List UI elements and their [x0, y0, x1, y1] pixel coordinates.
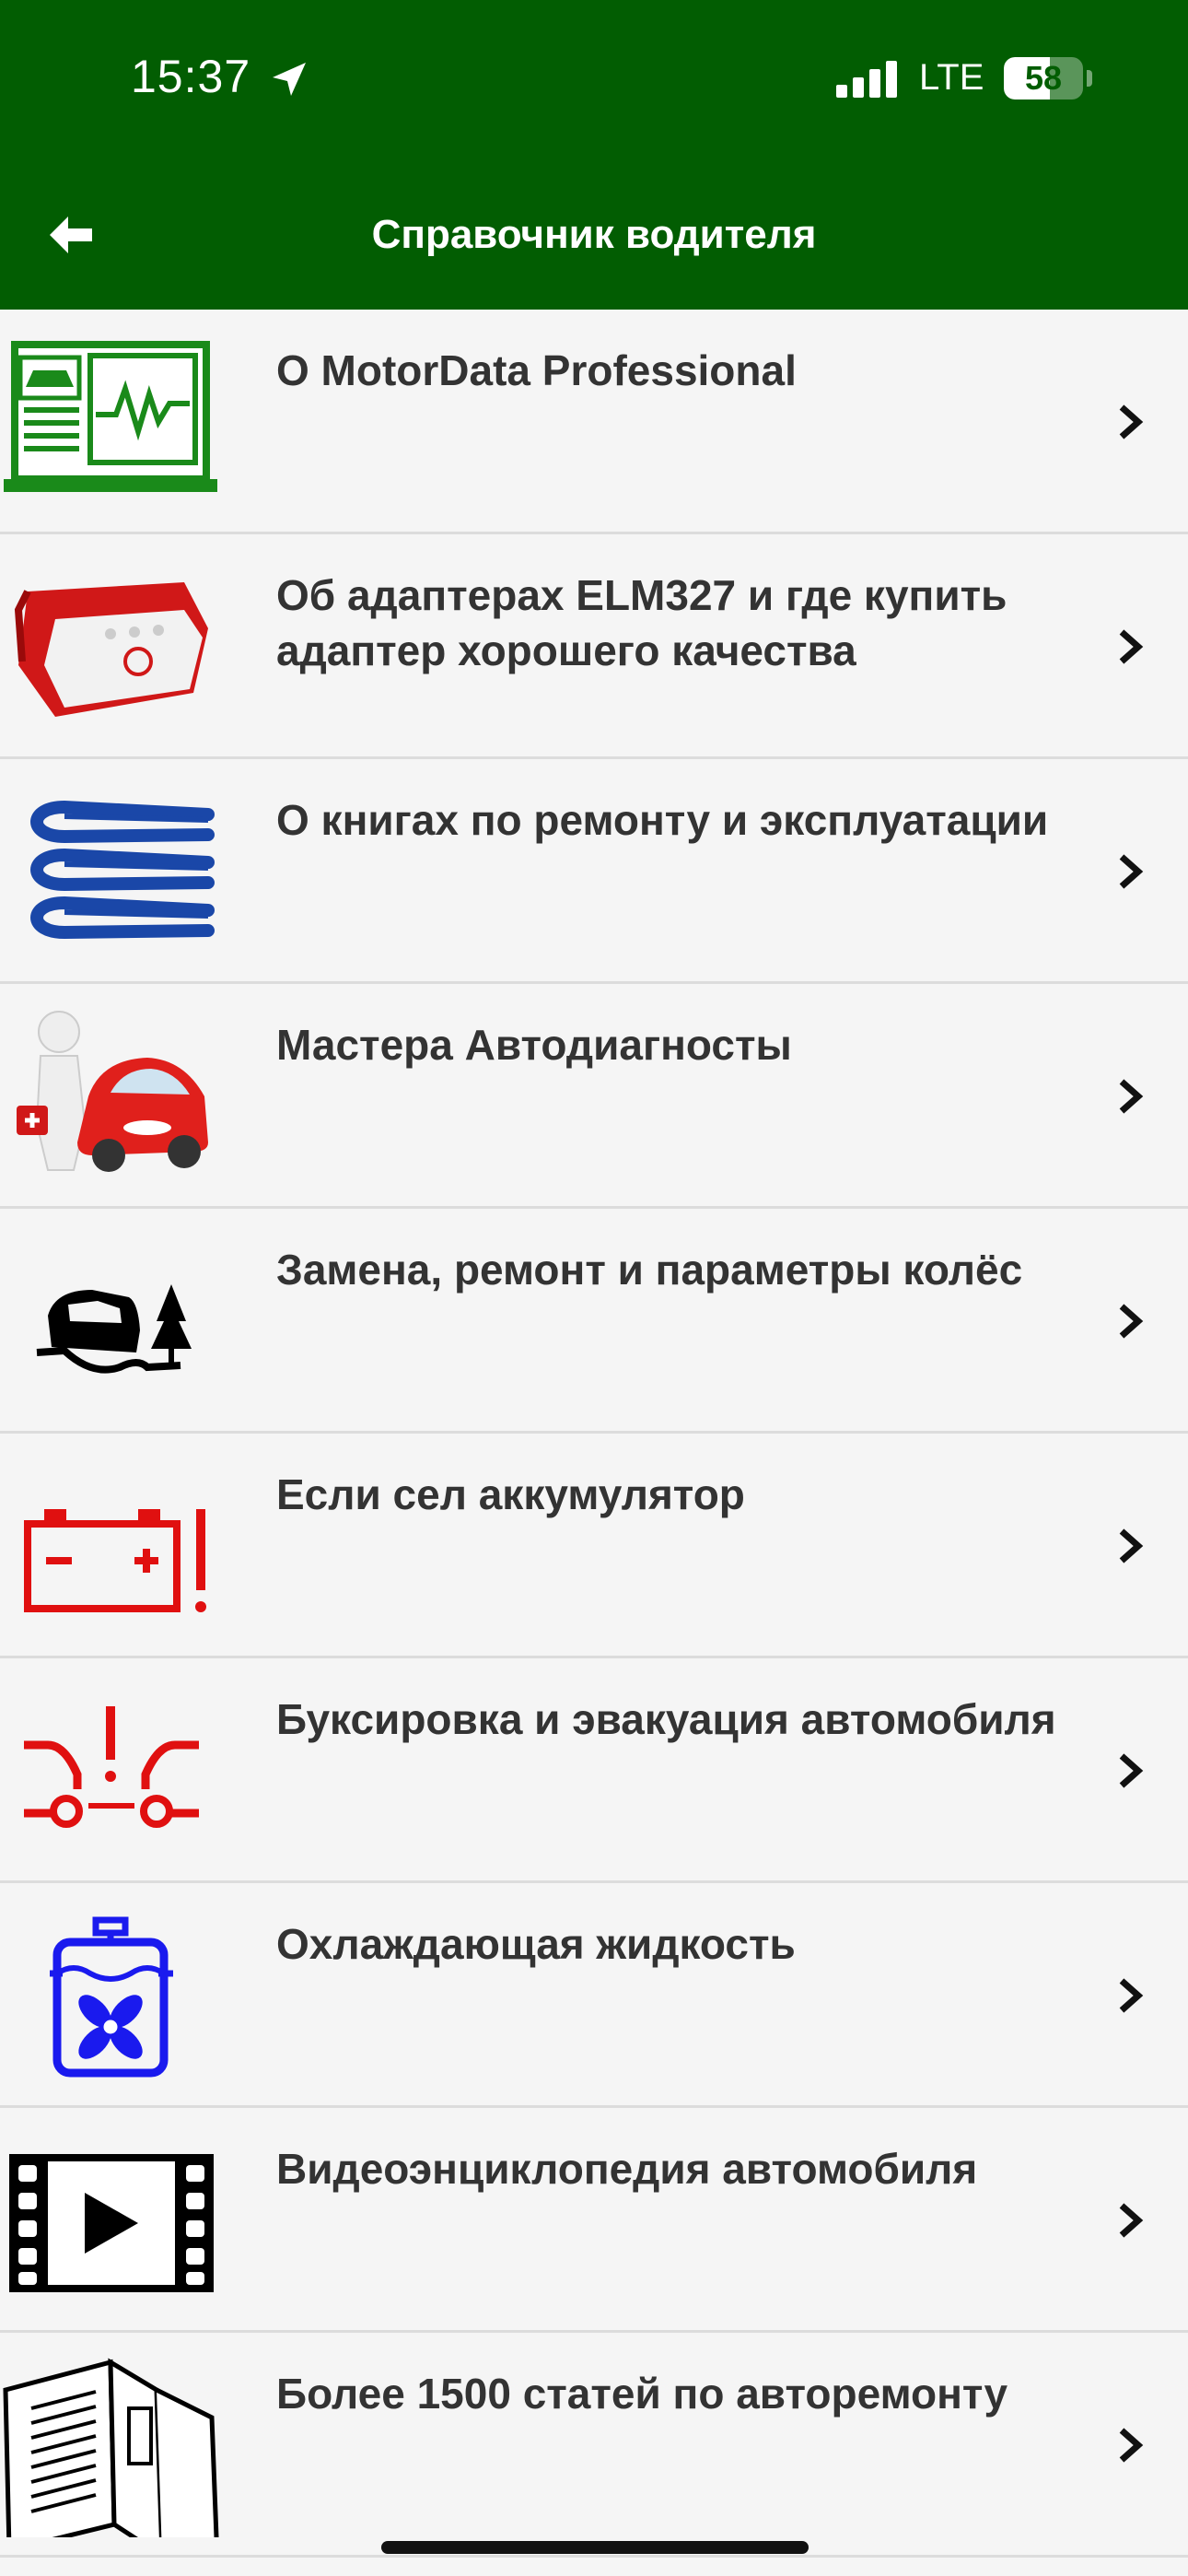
list-item-label: Видеоэнциклопедия автомобиля — [276, 2145, 978, 2193]
cellular-signal-icon — [836, 61, 897, 98]
list-item-label: Об адаптерах ELM327 и где купить адаптер… — [276, 571, 1007, 674]
top-bar: 15:37 LTE 58 Справочник водителя — [0, 0, 1188, 310]
car-skid-icon — [36, 1284, 192, 1374]
chevron-right-icon — [1119, 1753, 1144, 1788]
list-item-towing[interactable]: Буксировка и эвакуация автомобиля — [0, 1658, 1188, 1883]
list-item-motordata[interactable]: О MotorData Professional — [0, 310, 1188, 534]
chevron-right-icon — [1119, 404, 1144, 439]
chevron-right-icon — [1119, 2203, 1144, 2238]
battery-warning-icon — [24, 1509, 206, 1612]
menu-list: О MotorData Professional Об адаптерах EL… — [0, 310, 1188, 2558]
list-item-masters[interactable]: Мастера Автодиагносты — [0, 984, 1188, 1209]
list-item-label: Буксировка и эвакуация автомобиля — [276, 1695, 1056, 1743]
list-item-label: Если сел аккумулятор — [276, 1470, 745, 1518]
laptop-diagnostics-icon — [4, 341, 217, 492]
chevron-right-icon — [1119, 1304, 1144, 1339]
obd-adapter-icon — [14, 582, 208, 717]
network-type: LTE — [919, 57, 984, 98]
list-item-label: О MotorData Professional — [276, 346, 797, 394]
page-title: Справочник водителя — [371, 212, 817, 257]
home-indicator[interactable] — [381, 2541, 809, 2554]
list-item-label: Более 1500 статей по авторемонту — [276, 2370, 1008, 2418]
chevron-right-icon — [1119, 854, 1144, 889]
list-item-coolant[interactable]: Охлаждающая жидкость — [0, 1883, 1188, 2108]
battery-percent: 58 — [1024, 59, 1063, 97]
list-item-label: Охлаждающая жидкость — [276, 1920, 796, 1968]
list-item-battery[interactable]: Если сел аккумулятор — [0, 1434, 1188, 1658]
coolant-icon — [50, 1916, 173, 2078]
list-item-label: О книгах по ремонту и эксплуатации — [276, 796, 1049, 844]
chevron-right-icon — [1119, 1978, 1144, 2013]
chevron-right-icon — [1119, 1528, 1144, 1563]
chevron-right-icon — [1119, 2428, 1144, 2463]
chevron-right-icon — [1119, 1079, 1144, 1114]
car-doctor-icon — [17, 1011, 208, 1172]
list-item-label: Замена, ремонт и параметры колёс — [276, 1246, 1023, 1294]
battery-icon: 58 — [1004, 57, 1083, 100]
list-item-label: Мастера Автодиагносты — [276, 1021, 792, 1069]
book-open-icon — [3, 2358, 219, 2537]
location-arrow-icon — [273, 63, 306, 96]
status-time: 15:37 — [131, 51, 251, 102]
list-item-articles[interactable]: Более 1500 статей по авторемонту — [0, 2333, 1188, 2558]
video-film-icon — [9, 2154, 214, 2292]
list-item-elm327[interactable]: Об адаптерах ELM327 и где купить адаптер… — [0, 534, 1188, 759]
books-icon — [30, 800, 215, 940]
list-item-video[interactable]: Видеоэнциклопедия автомобиля — [0, 2108, 1188, 2333]
battery-tip — [1087, 70, 1092, 87]
list-item-wheels[interactable]: Замена, ремонт и параметры колёс — [0, 1209, 1188, 1434]
list-item-books[interactable]: О книгах по ремонту и эксплуатации — [0, 759, 1188, 984]
towing-icon — [24, 1706, 199, 1828]
chevron-right-icon — [1119, 629, 1144, 664]
